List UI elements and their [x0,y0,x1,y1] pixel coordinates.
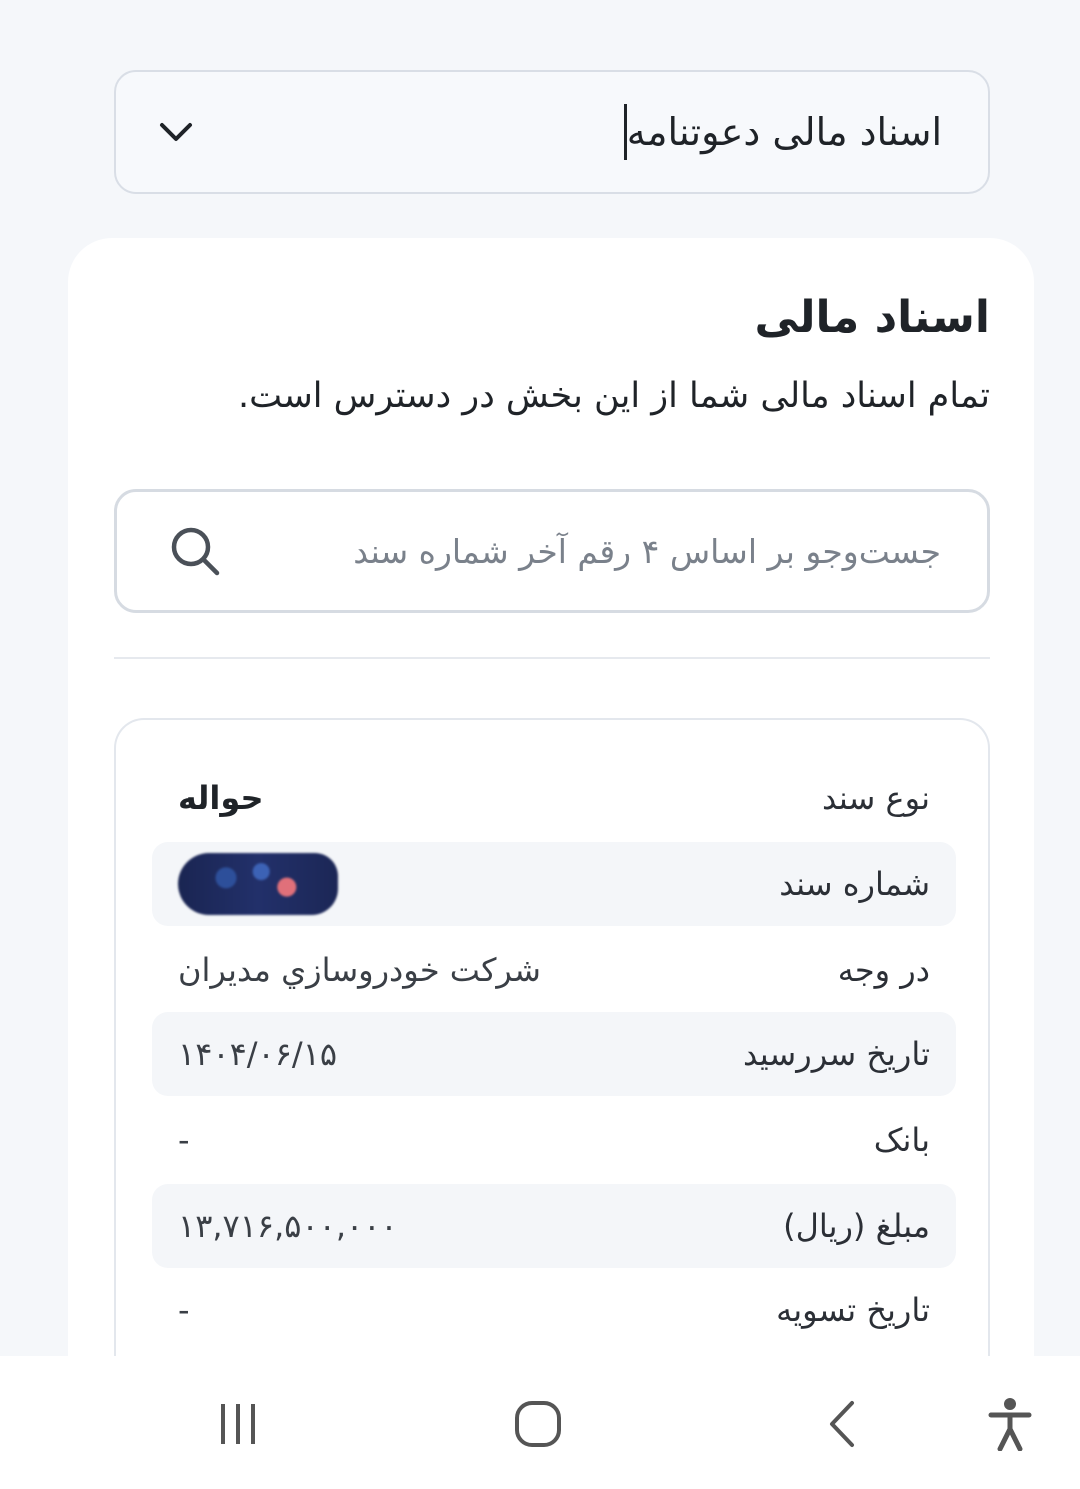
divider [114,657,990,659]
accessibility-icon[interactable] [980,1396,1040,1452]
settlement-date-label: تاریخ تسویه [776,1291,930,1329]
page-subtitle: تمام اسناد مالی شما از این بخش در دسترس … [237,376,990,416]
amount-value: ۱۳,۷۱۶,۵۰۰,۰۰۰ [178,1207,398,1245]
document-card[interactable]: نوع سند حواله شماره سند در وجه شرکت خودر… [114,718,990,1418]
row-due-date: تاریخ سررسید ۱۴۰۴/۰۶/۱۵ [152,1012,956,1096]
due-date-label: تاریخ سررسید [742,1035,930,1073]
row-document-type: نوع سند حواله [152,756,956,840]
row-bank: بانک - [152,1098,956,1182]
row-payee: در وجه شرکت خودروسازي مديران [152,928,956,1012]
select-value-wrapper: اسناد مالی دعوتنامه [622,104,942,160]
payee-value: شرکت خودروسازي مديران [178,951,541,989]
system-nav-bar [0,1356,1080,1489]
bank-value: - [178,1121,190,1159]
search-input[interactable] [261,531,941,571]
document-type-label: نوع سند [822,779,930,817]
document-type-select[interactable]: اسناد مالی دعوتنامه [114,70,990,194]
payee-label: در وجه [837,951,930,989]
document-number-label: شماره سند [779,865,930,903]
due-date-value: ۱۴۰۴/۰۶/۱۵ [178,1035,338,1073]
settlement-date-value: - [178,1291,190,1329]
search-bar [114,489,990,613]
app-screen: اسناد مالی دعوتنامه اسناد مالی تمام اسنا… [0,0,1080,1489]
amount-label: مبلغ (ریال) [783,1207,930,1245]
home-icon[interactable] [508,1396,568,1452]
select-value: اسناد مالی دعوتنامه [626,110,942,154]
bank-label: بانک [873,1121,930,1159]
back-icon[interactable] [812,1396,872,1452]
chevron-down-icon[interactable] [156,112,196,152]
row-amount: مبلغ (ریال) ۱۳,۷۱۶,۵۰۰,۰۰۰ [152,1184,956,1268]
row-document-number: شماره سند [152,842,956,926]
page-title: اسناد مالی [754,292,990,343]
row-settlement-date: تاریخ تسویه - [152,1268,956,1352]
recent-apps-icon[interactable] [208,1396,268,1452]
search-icon[interactable] [167,523,223,579]
document-type-value: حواله [178,779,264,817]
text-cursor [623,104,627,160]
redacted-document-number [178,853,338,915]
